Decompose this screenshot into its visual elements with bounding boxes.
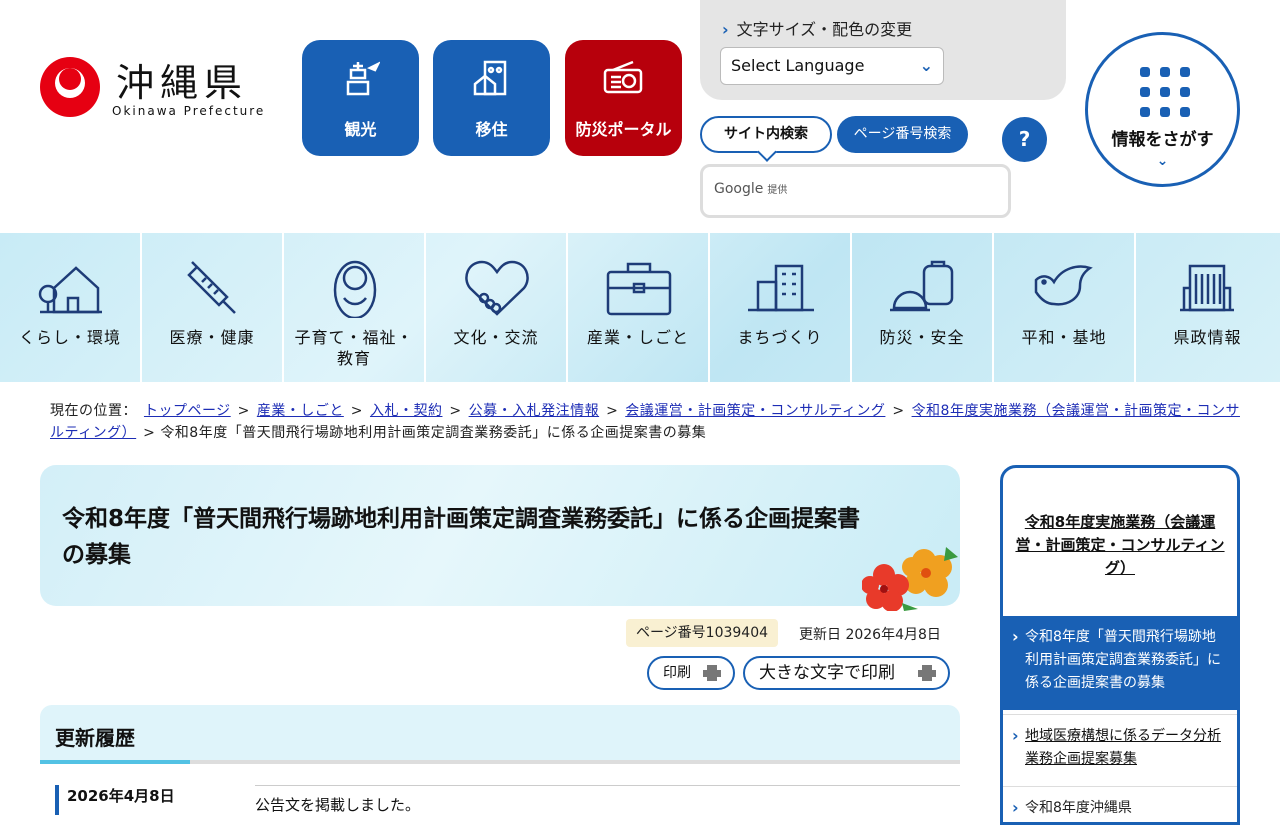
breadcrumb-separator: > <box>892 403 905 419</box>
sidebar-item-current[interactable]: 令和8年度「普天間飛行場跡地利用計画策定調査業務委託」に係る企画提案書の募集 <box>1003 616 1237 710</box>
nav-item-medical[interactable]: 医療・健康 <box>142 233 284 382</box>
google-label: Google <box>714 181 764 197</box>
help-button[interactable]: ? <box>1002 117 1047 162</box>
page-title: 令和8年度「普天間飛行場跡地利用計画策定調査業務委託」に係る企画提案書の募集 <box>62 506 861 568</box>
sidebar-heading: 令和8年度実施業務（会議運営・計画策定・コンサルティング） <box>1003 468 1237 616</box>
print-large-label: 大きな文字で印刷 <box>759 663 895 683</box>
info-search-button[interactable]: 情報をさがす ⌄ <box>1085 32 1240 187</box>
breadcrumb-current: 令和8年度「普天間飛行場跡地利用計画策定調査業務委託」に係る企画提案書の募集 <box>160 425 707 441</box>
breadcrumb-link-bidding[interactable]: 入札・契約 <box>370 403 443 419</box>
nav-label: 文化・交流 <box>453 328 539 347</box>
history-text: 公告文を掲載しました。 <box>255 785 960 815</box>
update-history-heading: 更新履歴 <box>55 726 135 750</box>
house-building-icon <box>473 60 507 96</box>
dove-icon <box>1034 265 1093 306</box>
font-color-settings-label: 文字サイズ・配色の変更 <box>736 20 913 39</box>
breadcrumb-prefix: 現在の位置： <box>50 403 137 419</box>
nav-label: まちづくり <box>737 328 823 347</box>
breadcrumb-separator: > <box>143 425 156 441</box>
nav-item-safety[interactable]: 防災・安全 <box>852 233 994 382</box>
nav-label: 平和・基地 <box>1021 328 1107 347</box>
nav-label: 産業・しごと <box>586 328 689 347</box>
relocation-button[interactable]: 移住 <box>433 40 550 156</box>
chevron-down-icon: ⌄ <box>919 56 933 75</box>
font-color-settings-link[interactable]: › 文字サイズ・配色の変更 <box>722 16 912 40</box>
sidebar-item-medical-data[interactable]: 地域医療構想に係るデータ分析業務企画提案募集 <box>1003 714 1237 784</box>
breadcrumb-link-top[interactable]: トップページ <box>144 403 231 419</box>
breadcrumb-link-consulting[interactable]: 会議運営・計画策定・コンサルティング <box>625 403 885 419</box>
okinawa-emblem-icon <box>40 57 100 117</box>
chevron-down-icon: ⌄ <box>1156 153 1169 169</box>
nav-item-childcare[interactable]: 子育て・福祉・教育 <box>284 233 426 382</box>
tab-page-number-search[interactable]: ページ番号検索 <box>837 116 968 153</box>
house-tree-icon <box>38 266 102 314</box>
grid-icon <box>1140 67 1190 117</box>
nav-item-living[interactable]: くらし・環境 <box>0 233 142 382</box>
site-header: 沖縄県 Okinawa Prefecture 観光 移住 防災ポータル › 文字サ… <box>0 0 1280 232</box>
sidebar-item-link[interactable]: 地域医療構想に係るデータ分析業務企画提案募集 <box>1025 728 1221 767</box>
disaster-portal-button[interactable]: 防災ポータル <box>565 40 682 156</box>
printer-icon <box>703 665 721 681</box>
nav-item-peace[interactable]: 平和・基地 <box>994 233 1136 382</box>
buildings-icon <box>748 264 814 312</box>
info-search-label: 情報をさがす <box>1111 130 1214 150</box>
nav-item-industry[interactable]: 産業・しごと <box>568 233 710 382</box>
chevron-right-icon: › <box>722 20 729 39</box>
nav-label: くらし・環境 <box>18 328 121 347</box>
nav-label: 防災・安全 <box>879 328 965 347</box>
google-provider-label: Google 提供 <box>714 181 787 197</box>
print-label: 印刷 <box>663 665 691 681</box>
disaster-portal-label: 防災ポータル <box>575 120 672 139</box>
tower-airplane-icon <box>346 61 380 96</box>
sidebar-nav: 令和8年度実施業務（会議運営・計画策定・コンサルティング） 令和8年度「普天間飛… <box>1000 465 1240 825</box>
search-input[interactable]: Google 提供 <box>700 164 1011 218</box>
baby-icon <box>333 260 377 318</box>
global-nav: くらし・環境 医療・健康 子育て・福祉・教育 文化・交流 産業・しごと まちづく… <box>0 233 1280 382</box>
radio-icon <box>603 60 643 94</box>
language-select[interactable]: Select Language ⌄ <box>720 47 944 85</box>
nav-label: 県政情報 <box>1173 328 1242 347</box>
breadcrumb-separator: > <box>606 403 619 419</box>
tools-panel: › 文字サイズ・配色の変更 Select Language ⌄ <box>700 0 1066 100</box>
breadcrumb-link-industry[interactable]: 産業・しごと <box>257 403 344 419</box>
tourism-label: 観光 <box>344 120 377 139</box>
updated-date: 更新日 2026年4月8日 <box>799 627 941 643</box>
logo-en-text: Okinawa Prefecture <box>112 104 266 118</box>
site-logo[interactable]: 沖縄県 Okinawa Prefecture <box>38 52 278 132</box>
relocation-label: 移住 <box>475 120 508 139</box>
language-select-value: Select Language <box>731 56 865 75</box>
print-large-text-button[interactable]: 大きな文字で印刷 <box>743 656 950 690</box>
tourism-button[interactable]: 観光 <box>302 40 419 156</box>
government-building-icon <box>1180 264 1234 312</box>
breadcrumb-separator: > <box>449 403 462 419</box>
sidebar-heading-link[interactable]: 令和8年度実施業務（会議運営・計画策定・コンサルティング） <box>1015 513 1224 577</box>
briefcase-icon <box>606 262 672 316</box>
print-button[interactable]: 印刷 <box>647 656 735 690</box>
page-number-badge: ページ番号1039404 <box>626 619 778 647</box>
tab-site-search[interactable]: サイト内検索 <box>700 116 832 153</box>
breadcrumb-link-public-offer[interactable]: 公募・入札発注情報 <box>469 403 600 419</box>
nav-label: 医療・健康 <box>169 328 255 347</box>
handshake-heart-icon <box>465 260 529 316</box>
provider-suffix: 提供 <box>767 185 788 196</box>
breadcrumb: 現在の位置： トップページ > 産業・しごと > 入札・契約 > 公募・入札発注… <box>50 400 1240 444</box>
update-history-header: 更新履歴 <box>40 705 960 764</box>
syringe-icon <box>187 261 236 314</box>
hibiscus-icon <box>862 547 958 611</box>
sidebar-item-next[interactable]: 令和8年度沖縄県 <box>1003 786 1237 822</box>
nav-item-government[interactable]: 県政情報 <box>1136 233 1279 382</box>
nav-label: 子育て・福祉・教育 <box>294 328 414 368</box>
breadcrumb-separator: > <box>237 403 250 419</box>
page-title-box: 令和8年度「普天間飛行場跡地利用計画策定調査業務委託」に係る企画提案書の募集 <box>40 465 960 611</box>
history-date: 2026年4月8日 <box>55 785 245 815</box>
helmet-bag-icon <box>890 260 954 312</box>
printer-icon <box>918 665 936 681</box>
logo-jp-text: 沖縄県 <box>116 61 249 105</box>
nav-item-culture[interactable]: 文化・交流 <box>426 233 568 382</box>
breadcrumb-separator: > <box>350 403 364 419</box>
nav-item-town[interactable]: まちづくり <box>710 233 852 382</box>
